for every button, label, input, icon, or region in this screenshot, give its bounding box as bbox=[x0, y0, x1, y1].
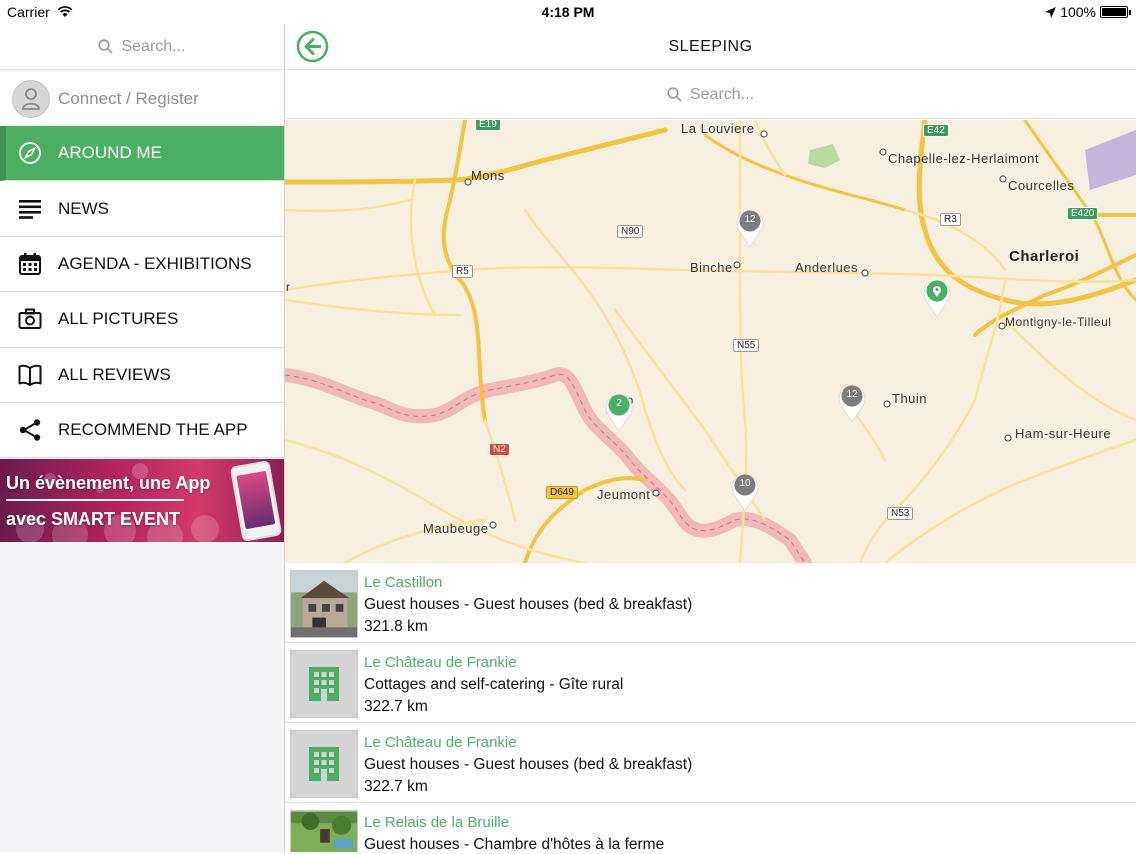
page-title: SLEEPING bbox=[668, 38, 753, 55]
search-icon bbox=[98, 39, 114, 54]
result-distance: 322.7 km bbox=[364, 778, 428, 795]
sidebar-search-input[interactable]: Search... bbox=[0, 24, 284, 70]
result-name: Le Relais de la Bruille bbox=[364, 814, 510, 831]
result-name: Le Castillon bbox=[364, 574, 443, 591]
sidebar-search-placeholder: Search... bbox=[121, 37, 186, 55]
list-item[interactable]: Le Château de Frankie Guest houses - Gue… bbox=[285, 723, 1136, 803]
smart-event-banner[interactable]: Un évènement, une App avec SMART EVENT bbox=[0, 459, 284, 542]
list-item[interactable]: Le Château de Frankie Cottages and self-… bbox=[285, 643, 1136, 723]
result-category: Cottages and self-catering - Gîte rural bbox=[364, 676, 624, 693]
connect-register-button[interactable]: Connect / Register bbox=[0, 72, 284, 126]
banner-line-1: Un évènement, une App bbox=[6, 473, 211, 493]
cluster-count: 12 bbox=[846, 389, 858, 400]
road-shield: N53 bbox=[887, 507, 914, 520]
sidebar: Search... Connect / Register AROUND ME N… bbox=[0, 24, 285, 852]
road-shield: E420 bbox=[1067, 207, 1099, 220]
sidebar-menu: AROUND ME NEWS AGENDA - EXHIBITIONS ALL … bbox=[0, 126, 284, 459]
avatar-icon bbox=[12, 80, 50, 118]
sidebar-item-label: NEWS bbox=[58, 198, 109, 218]
calendar-icon bbox=[18, 252, 42, 276]
main-search-placeholder: Search... bbox=[689, 85, 755, 103]
result-distance: 322.7 km bbox=[364, 698, 428, 715]
sidebar-item-label: AROUND ME bbox=[58, 143, 162, 163]
compass-icon bbox=[18, 141, 42, 165]
building-icon bbox=[290, 730, 358, 798]
road-shield: N55 bbox=[733, 339, 760, 352]
sidebar-item-label: ALL REVIEWS bbox=[58, 364, 171, 384]
sidebar-item-label: AGENDA - EXHIBITIONS bbox=[58, 253, 252, 273]
sidebar-item-label: ALL PICTURES bbox=[58, 309, 179, 329]
result-category: Guest houses - Guest houses (bed & break… bbox=[364, 756, 693, 773]
battery-indicator: 100% bbox=[1045, 4, 1131, 20]
sidebar-item-label: RECOMMEND THE APP bbox=[58, 420, 248, 440]
top-bar: SLEEPING bbox=[285, 24, 1136, 70]
road-shield: R3 bbox=[940, 213, 961, 226]
share-icon bbox=[18, 418, 42, 442]
cluster-count: 12 bbox=[744, 214, 756, 225]
banner-divider bbox=[6, 499, 184, 501]
result-category: Guest houses - Chambre d'hôtes à la ferm… bbox=[364, 836, 665, 853]
result-distance: 321.8 km bbox=[364, 618, 428, 635]
road-shield: E19 bbox=[475, 120, 501, 131]
sidebar-item-agenda[interactable]: AGENDA - EXHIBITIONS bbox=[0, 236, 284, 293]
sidebar-item-all-reviews[interactable]: ALL REVIEWS bbox=[0, 347, 284, 403]
road-shield: E42 bbox=[923, 124, 949, 137]
status-bar: Carrier 4:18 PM 100% bbox=[0, 0, 1136, 24]
result-name: Le Château de Frankie bbox=[364, 654, 517, 671]
banner-line-2: avec SMART EVENT bbox=[6, 509, 181, 529]
sidebar-item-news[interactable]: NEWS bbox=[0, 181, 284, 237]
sidebar-item-all-pictures[interactable]: ALL PICTURES bbox=[0, 292, 284, 348]
road-shield: D649 bbox=[546, 486, 578, 499]
camera-icon bbox=[18, 307, 42, 331]
result-name: Le Château de Frankie bbox=[364, 734, 517, 751]
garden-photo-thumbnail bbox=[290, 810, 358, 852]
place-dots bbox=[464, 130, 1012, 529]
main-search-input[interactable]: Search... bbox=[285, 71, 1136, 119]
cluster-count: 2 bbox=[616, 398, 622, 409]
battery-percent: 100% bbox=[1060, 4, 1096, 20]
sidebar-item-around-me[interactable]: AROUND ME bbox=[0, 126, 284, 182]
lines-icon bbox=[18, 197, 42, 221]
book-icon bbox=[18, 363, 42, 387]
house-photo-thumbnail bbox=[290, 570, 358, 638]
status-time: 4:18 PM bbox=[541, 4, 595, 20]
list-item[interactable]: Le Castillon Guest houses - Guest houses… bbox=[285, 563, 1136, 643]
results-list: Le Castillon Guest houses - Guest houses… bbox=[285, 563, 1136, 853]
battery-icon bbox=[1100, 6, 1131, 18]
map-view[interactable]: La Louviere Mons Chapelle-lez-Herlaimont… bbox=[285, 120, 1136, 563]
connect-register-label: Connect / Register bbox=[58, 89, 199, 108]
location-arrow-icon bbox=[1045, 6, 1057, 18]
result-category: Guest houses - Guest houses (bed & break… bbox=[364, 596, 693, 613]
search-icon bbox=[667, 87, 682, 102]
road-shield: R5 bbox=[452, 265, 473, 278]
road-shield: N90 bbox=[617, 225, 644, 238]
building-icon bbox=[290, 650, 358, 718]
map-location-pin[interactable] bbox=[923, 278, 951, 323]
sidebar-item-recommend[interactable]: RECOMMEND THE APP bbox=[0, 402, 284, 459]
list-item[interactable]: Le Relais de la Bruille Guest houses - C… bbox=[285, 803, 1136, 853]
cluster-count: 10 bbox=[739, 478, 751, 489]
road-shield: N2 bbox=[489, 443, 510, 456]
